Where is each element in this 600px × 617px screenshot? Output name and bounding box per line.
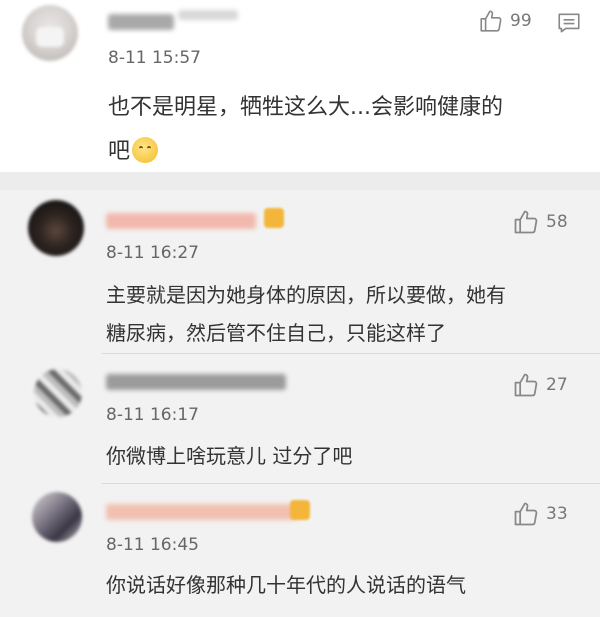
like-button[interactable]: 27 (512, 371, 568, 399)
main-comment: 8-11 15:57 99 也不是明星，牺牲这么大...会影响健康的 吧 (0, 0, 600, 172)
like-count: 58 (546, 212, 568, 232)
comment-text-line-1: 你说话好像那种几十年代的人说话的语气 (106, 573, 466, 597)
reply-button[interactable] (556, 10, 582, 40)
like-count: 27 (546, 375, 568, 395)
thumbs-up-icon (514, 502, 538, 526)
comment-text-line-1: 也不是明星，牺牲这么大...会影响健康的 (108, 95, 503, 120)
comment-text: 主要就是因为她身体的原因，所以要做，她有 糖尿病，然后管不住自己，只能这样了 (106, 276, 576, 352)
like-count: 99 (510, 11, 532, 31)
row-divider (102, 483, 600, 484)
thumbs-up-icon (480, 10, 502, 32)
row-divider (102, 353, 600, 354)
like-count: 33 (546, 504, 568, 524)
comment-text-line-2: 吧 (108, 130, 583, 174)
avatar[interactable] (32, 492, 82, 542)
like-button[interactable]: 58 (512, 208, 568, 236)
username-blurred[interactable] (108, 14, 174, 30)
avatar[interactable] (34, 369, 82, 417)
comment-timestamp: 8-11 16:17 (106, 405, 199, 425)
username-blurred[interactable] (106, 374, 286, 390)
comment-text-line-1: 你微博上啥玩意儿 过分了吧 (106, 444, 353, 468)
comment-text-line-1: 主要就是因为她身体的原因，所以要做，她有 (106, 283, 506, 307)
comment-text: 你说话好像那种几十年代的人说话的语气 (106, 566, 576, 604)
section-divider (0, 172, 600, 190)
replies-section (0, 190, 600, 617)
comment-text: 你微博上啥玩意儿 过分了吧 (106, 437, 576, 475)
username-blurred[interactable] (106, 213, 256, 229)
avatar[interactable] (28, 200, 84, 256)
comment-text-line-2-text: 吧 (108, 139, 131, 164)
avatar[interactable] (22, 5, 78, 61)
comment-text: 也不是明星，牺牲这么大...会影响健康的 吧 (108, 86, 583, 174)
comment-timestamp: 8-11 15:57 (108, 48, 201, 68)
shush-face-emoji-icon (132, 137, 159, 163)
vip-badge-icon (290, 500, 310, 520)
thumbs-up-icon (514, 210, 538, 234)
comment-timestamp: 8-11 16:27 (106, 243, 199, 263)
like-button[interactable]: 99 (478, 8, 532, 34)
vip-badge-icon (264, 208, 284, 228)
like-button[interactable]: 33 (512, 500, 568, 528)
comment-icon (558, 13, 580, 33)
comment-timestamp: 8-11 16:45 (106, 535, 199, 555)
username-blurred-extra (178, 10, 238, 20)
username-blurred[interactable] (106, 504, 296, 520)
comment-text-line-2: 糖尿病，然后管不住自己，只能这样了 (106, 321, 446, 345)
thumbs-up-icon (514, 373, 538, 397)
